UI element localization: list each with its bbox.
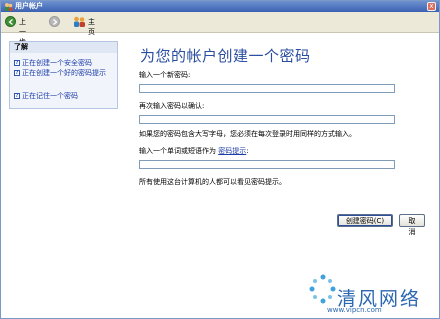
case-sensitivity-note: 如果您的密码包含大写字母，您必须在每次登录时用同样的方式输入。: [139, 130, 356, 138]
forward-button[interactable]: [49, 16, 60, 27]
sidebar-item-label[interactable]: 正在创建一个好的密码提示: [22, 69, 114, 77]
learn-about-heading: 了解: [10, 42, 117, 53]
title-bar: 用户帐户 x: [1, 1, 439, 12]
cancel-button[interactable]: 取消: [399, 214, 425, 236]
sidebar-item-label[interactable]: 正在创建一个安全密码: [22, 59, 114, 67]
password-hint-field[interactable]: [139, 160, 395, 169]
new-password-label: 输入一个新密码:: [139, 71, 191, 79]
user-accounts-window: 用户帐户 x 上一步 主页: [0, 0, 440, 319]
create-password-button[interactable]: 创建密码(C): [337, 214, 393, 227]
hint-prompt-text: 输入一个单词或短语作为: [139, 147, 216, 155]
user-accounts-icon: [5, 3, 13, 11]
home-label[interactable]: 主页: [88, 17, 95, 37]
confirm-password-label: 再次输入密码以确认:: [139, 102, 205, 110]
sidebar-item-good-hint[interactable]: ? 正在创建一个好的密码提示: [14, 69, 114, 85]
hint-prompt-colon: :: [246, 147, 249, 155]
home-icon[interactable]: [73, 16, 86, 28]
back-button[interactable]: [5, 16, 16, 27]
watermark-url: www.vipcn.com: [327, 306, 382, 314]
help-icon: ?: [14, 60, 20, 66]
navigation-bar: 上一步 主页: [1, 12, 439, 46]
sidebar-item-label[interactable]: 正在记住一个密码: [22, 92, 114, 100]
sidebar-item-remember-password[interactable]: ? 正在记住一个密码: [14, 92, 114, 100]
hint-visibility-note: 所有使用这台计算机的人都可以看见密码提示。: [139, 178, 286, 186]
sidebar-item-secure-password[interactable]: ? 正在创建一个安全密码: [14, 59, 114, 67]
close-button[interactable]: x: [427, 2, 436, 11]
window-title: 用户帐户: [15, 2, 43, 10]
help-icon: ?: [14, 70, 20, 76]
close-icon: x: [429, 2, 434, 10]
learn-about-panel: 了解 ? 正在创建一个安全密码 ? 正在创建一个好的密码提示 ? 正在记住一个密…: [9, 41, 118, 109]
forward-arrow-icon: [53, 19, 58, 25]
page-title: 为您的帐户创建一个密码: [140, 47, 311, 65]
help-icon: ?: [14, 93, 20, 99]
password-hint-link[interactable]: 密码提示: [218, 147, 246, 155]
back-arrow-icon: [8, 19, 13, 25]
new-password-field[interactable]: [139, 84, 395, 93]
hint-prompt: 输入一个单词或短语作为 密码提示:: [139, 147, 249, 156]
confirm-password-field[interactable]: [139, 115, 395, 124]
